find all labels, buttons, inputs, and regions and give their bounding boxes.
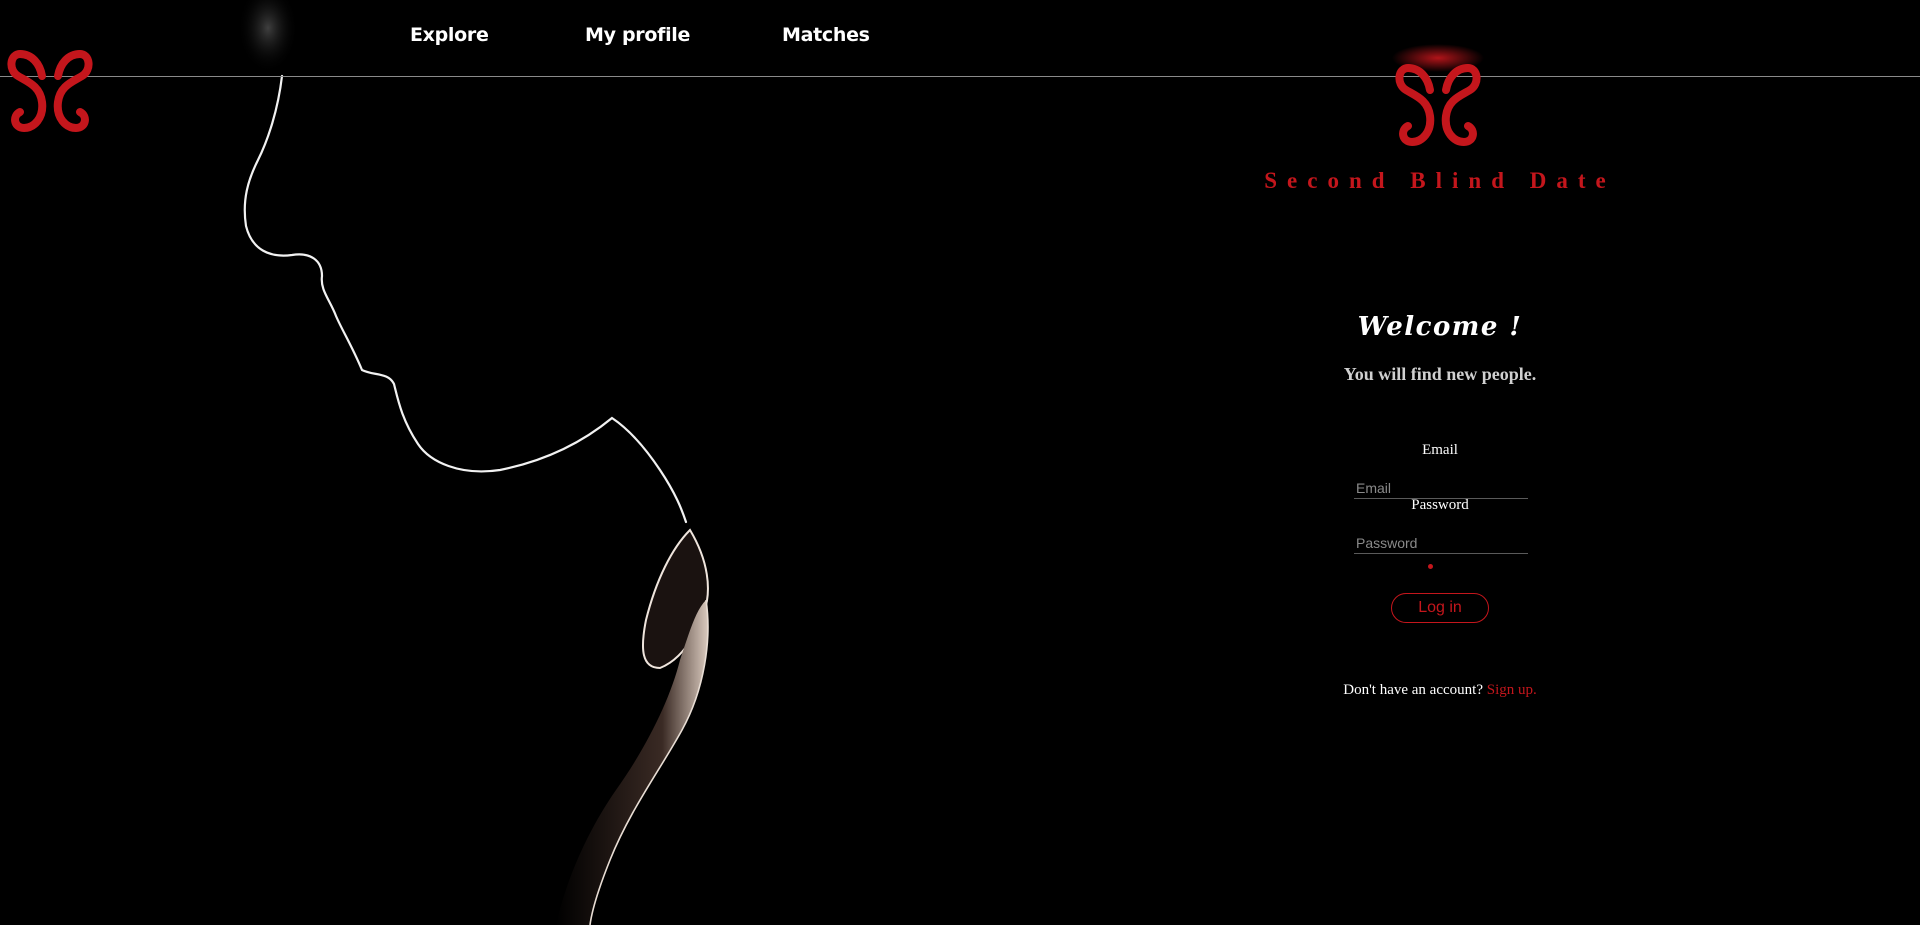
login-page: Explore My profile Matches Second Blind … [0,0,1920,925]
password-label: Password [1411,497,1469,513]
double-s-heart-logo-icon[interactable] [6,46,94,144]
status-dot [1428,564,1433,569]
brand-name: Second Blind Date [1264,168,1616,193]
signup-prompt-text: Don't have an account? [1343,682,1483,698]
welcome-heading: Welcome ! [1357,312,1523,342]
brand-logo-icon [1392,44,1484,147]
nav-item-my-profile[interactable]: My profile [585,24,690,46]
email-field[interactable] [1354,478,1528,499]
signup-link[interactable]: Sign up. [1487,682,1537,698]
login-button[interactable]: Log in [1391,593,1489,623]
face-silhouette-image [238,0,709,925]
nav-item-explore[interactable]: Explore [410,24,489,46]
password-field[interactable] [1354,533,1528,554]
signup-prompt: Don't have an account? Sign up. [1240,682,1640,699]
top-navigation-bar: Explore My profile Matches [0,0,1920,133]
nav-item-matches[interactable]: Matches [782,24,870,46]
welcome-subtitle: You will find new people. [1343,364,1537,384]
email-label: Email [1422,442,1458,458]
